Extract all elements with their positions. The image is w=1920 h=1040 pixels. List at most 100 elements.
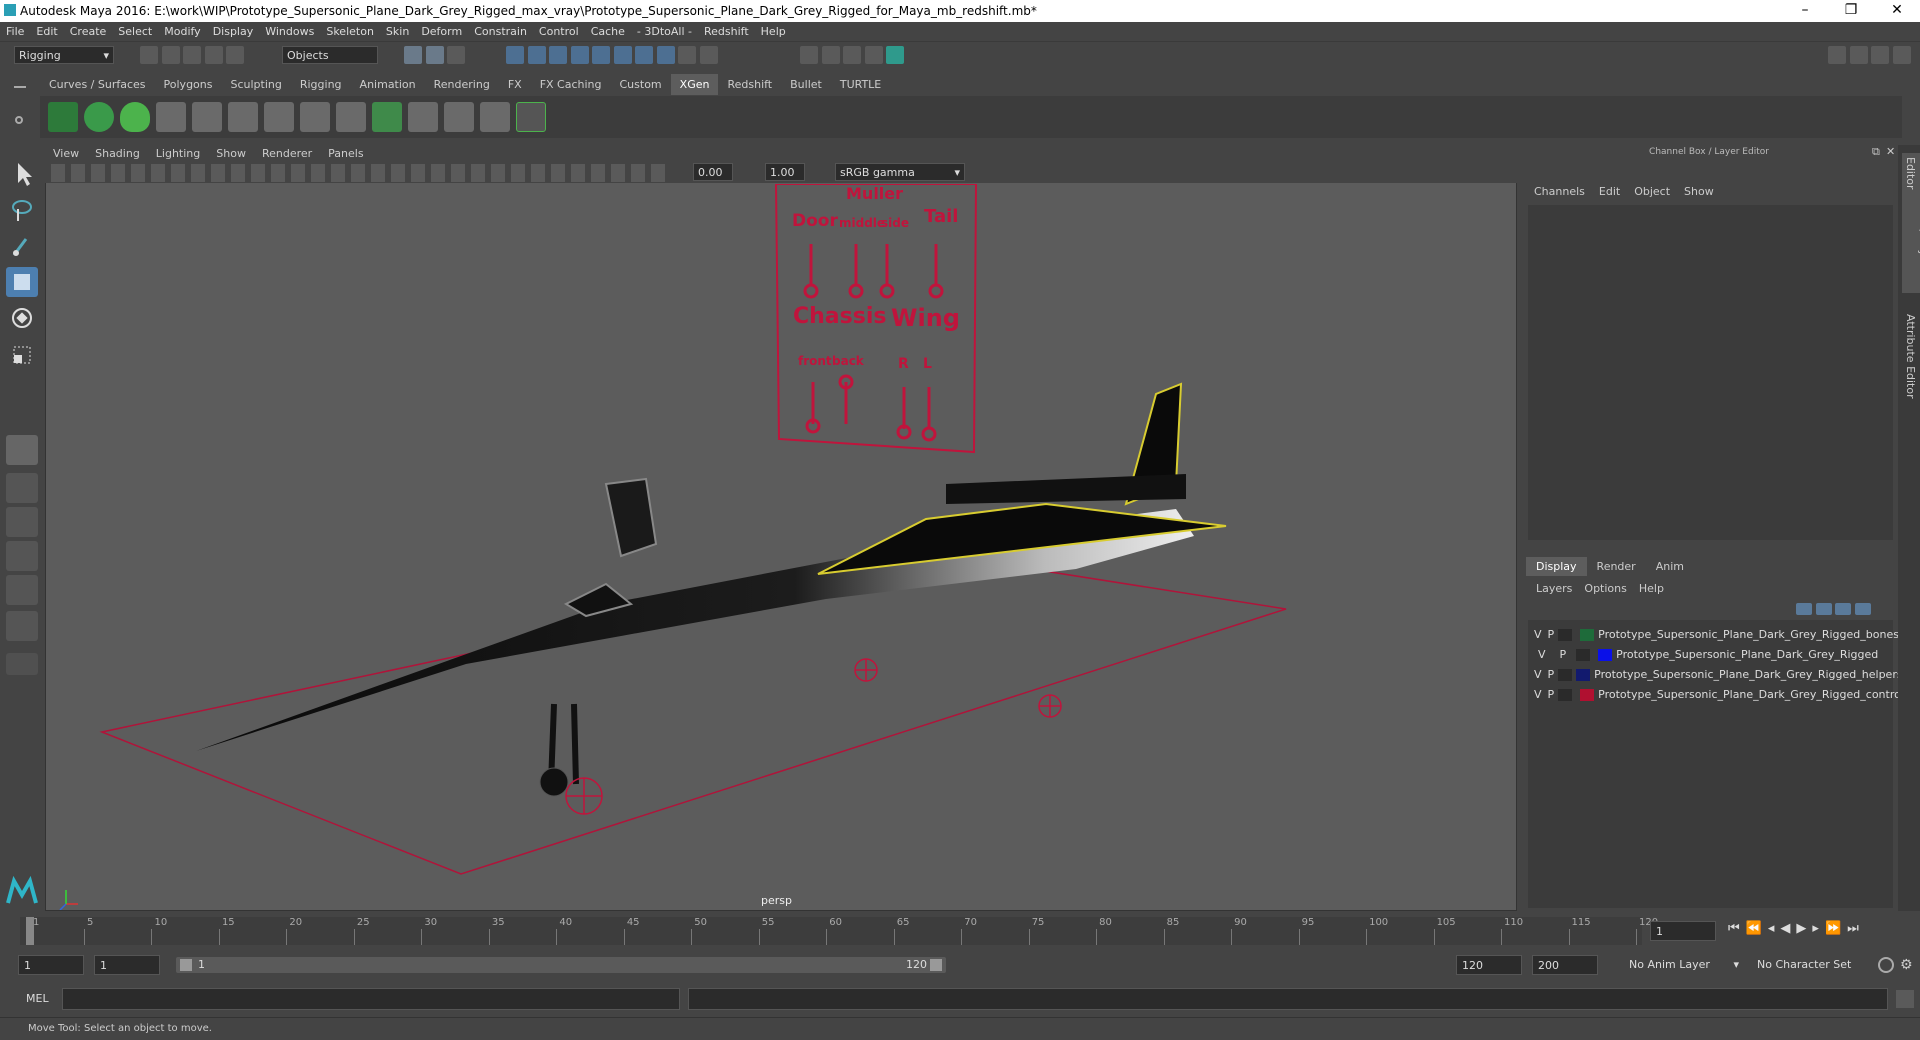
- maximize-button[interactable]: ❐: [1828, 0, 1874, 22]
- layer-menu-options[interactable]: Options: [1584, 582, 1626, 595]
- layer-visibility-toggle[interactable]: V: [1538, 648, 1546, 661]
- select-by-hierarchy-icon[interactable]: [404, 46, 422, 64]
- current-frame-field[interactable]: 1: [1650, 921, 1716, 941]
- snap-view-plane-icon[interactable]: [592, 46, 610, 64]
- current-time-marker[interactable]: [26, 917, 34, 945]
- layer-row[interactable]: V P Prototype_Supersonic_Plane_Dark_Grey_R…: [1534, 648, 1892, 666]
- layer-name[interactable]: Prototype_Supersonic_Plane_Dark_Grey_Rig…: [1616, 648, 1878, 661]
- menu-help[interactable]: Help: [755, 22, 792, 38]
- new-layer-selected-icon[interactable]: [1854, 603, 1871, 615]
- xgen-preview-icon[interactable]: [516, 102, 546, 132]
- vp-menu-show[interactable]: Show: [208, 145, 254, 162]
- lock-icon[interactable]: [678, 46, 696, 64]
- xgen-editor-icon[interactable]: [48, 102, 78, 132]
- menu-edit[interactable]: Edit: [30, 22, 63, 38]
- render-settings-icon[interactable]: [864, 46, 883, 64]
- layer-visibility-toggle[interactable]: V: [1534, 668, 1542, 681]
- shelf-menu-icon[interactable]: [6, 78, 34, 138]
- tab-sculpting[interactable]: Sculpting: [221, 74, 290, 95]
- cb-menu-channels[interactable]: Channels: [1534, 185, 1585, 198]
- tab-rigging[interactable]: Rigging: [291, 74, 351, 95]
- xgen-lock-icon[interactable]: [300, 102, 330, 132]
- tab-custom[interactable]: Custom: [611, 74, 671, 95]
- move-tool-icon[interactable]: [6, 267, 38, 297]
- menu-select[interactable]: Select: [112, 22, 158, 38]
- layout-side-icon[interactable]: [6, 507, 38, 537]
- paint-select-tool-icon[interactable]: [6, 231, 38, 261]
- wheel-controllers[interactable]: [565, 658, 1062, 815]
- modeling-toolkit-icon[interactable]: [1828, 46, 1846, 64]
- input-ops-icon[interactable]: [699, 46, 718, 64]
- plane-engine[interactable]: [946, 474, 1186, 504]
- select-by-object-icon[interactable]: [425, 46, 444, 64]
- tab-redshift[interactable]: Redshift: [718, 74, 781, 95]
- xgen-bend-icon[interactable]: [408, 102, 438, 132]
- layout-hypershade-icon[interactable]: [6, 611, 38, 641]
- layout-graph-icon[interactable]: [6, 575, 38, 605]
- playback-end-field[interactable]: 120: [1456, 955, 1522, 975]
- menu-redshift[interactable]: Redshift: [698, 22, 755, 38]
- end-time-field[interactable]: 200: [1532, 955, 1598, 975]
- menu-control[interactable]: Control: [533, 22, 585, 38]
- tab-rendering[interactable]: Rendering: [425, 74, 499, 95]
- scale-tool-icon[interactable]: [6, 339, 38, 369]
- history-icon[interactable]: [635, 46, 653, 64]
- layer-row[interactable]: V P Prototype_Supersonic_Plane_Dark_Grey_R…: [1534, 668, 1903, 686]
- go-to-start-icon[interactable]: ⏮: [1728, 921, 1746, 936]
- move-layer-up-icon[interactable]: [1796, 603, 1812, 615]
- layer-menu-layers[interactable]: Layers: [1536, 582, 1572, 595]
- selection-mask-dropdown[interactable]: Objects: [282, 46, 378, 64]
- character-set-dropdown[interactable]: No Character Set: [1752, 955, 1872, 975]
- layer-row[interactable]: V P Prototype_Supersonic_Plane_Dark_Grey_R…: [1534, 688, 1907, 706]
- anim-layer-dropdown[interactable]: No Anim Layer ▾: [1624, 955, 1744, 975]
- layer-playback-toggle[interactable]: P: [1548, 688, 1555, 701]
- channel-box-icon[interactable]: [1892, 46, 1911, 64]
- vp-menu-shading[interactable]: Shading: [87, 145, 148, 162]
- layer-row[interactable]: V P Prototype_Supersonic_Plane_Dark_Grey_R…: [1534, 628, 1899, 646]
- cb-menu-show[interactable]: Show: [1684, 185, 1714, 198]
- xgen-modifier-icon[interactable]: [156, 102, 186, 132]
- snap-projected-icon[interactable]: [570, 46, 589, 64]
- xgen-density-icon[interactable]: [336, 102, 366, 132]
- attribute-editor-icon[interactable]: [1849, 46, 1868, 64]
- menu-skin[interactable]: Skin: [380, 22, 415, 38]
- layer-color-swatch[interactable]: [1580, 689, 1595, 701]
- shelf-options-icon[interactable]: [15, 116, 23, 124]
- cb-menu-object[interactable]: Object: [1634, 185, 1670, 198]
- new-scene-icon[interactable]: [140, 46, 158, 64]
- layer-name[interactable]: Prototype_Supersonic_Plane_Dark_Grey_Rig…: [1594, 668, 1902, 681]
- undo-icon[interactable]: [204, 46, 223, 64]
- plane-canopy[interactable]: [604, 477, 658, 558]
- gamma-field[interactable]: 1.00: [765, 163, 805, 181]
- viewport-icon-strip[interactable]: [51, 164, 671, 182]
- layout-outliner-icon[interactable]: [6, 541, 38, 571]
- snap-grid-icon[interactable]: [506, 46, 524, 64]
- scene-canvas[interactable]: [46, 184, 1516, 910]
- layer-type-toggle[interactable]: [1558, 669, 1573, 681]
- render-frame-icon[interactable]: [821, 46, 840, 64]
- help-icon[interactable]: [656, 46, 675, 64]
- save-scene-icon[interactable]: [183, 46, 201, 64]
- minimize-button[interactable]: –: [1782, 0, 1828, 22]
- layer-type-toggle[interactable]: [1576, 649, 1591, 661]
- range-end-handle[interactable]: [930, 959, 942, 971]
- control-sliders[interactable]: [803, 244, 944, 442]
- preferences-icon[interactable]: ⚙: [1900, 957, 1913, 973]
- tab-polygons[interactable]: Polygons: [155, 74, 222, 95]
- layer-type-toggle[interactable]: [1558, 689, 1573, 701]
- xgen-cut-icon[interactable]: [480, 102, 510, 132]
- layer-visibility-toggle[interactable]: V: [1534, 688, 1542, 701]
- cb-menu-edit[interactable]: Edit: [1599, 185, 1620, 198]
- xgen-create-description-icon[interactable]: [84, 102, 114, 132]
- float-panel-icon[interactable]: ⧉: [1872, 145, 1880, 159]
- menu-file[interactable]: File: [0, 22, 30, 38]
- tab-animation[interactable]: Animation: [351, 74, 425, 95]
- layer-playback-toggle[interactable]: P: [1548, 668, 1555, 681]
- start-time-field[interactable]: 1: [18, 955, 84, 975]
- step-back-key-icon[interactable]: ⏪: [1746, 921, 1768, 936]
- snap-point-icon[interactable]: [549, 46, 567, 64]
- mel-label[interactable]: MEL: [26, 992, 49, 1005]
- menu-cache[interactable]: Cache: [585, 22, 631, 38]
- landing-gear[interactable]: [539, 703, 579, 797]
- time-slider[interactable]: 1 5 10 15 20 25 30 35 40 45 50 55 60 65 70 75 80 85 90 95 10…: [0, 915, 1920, 947]
